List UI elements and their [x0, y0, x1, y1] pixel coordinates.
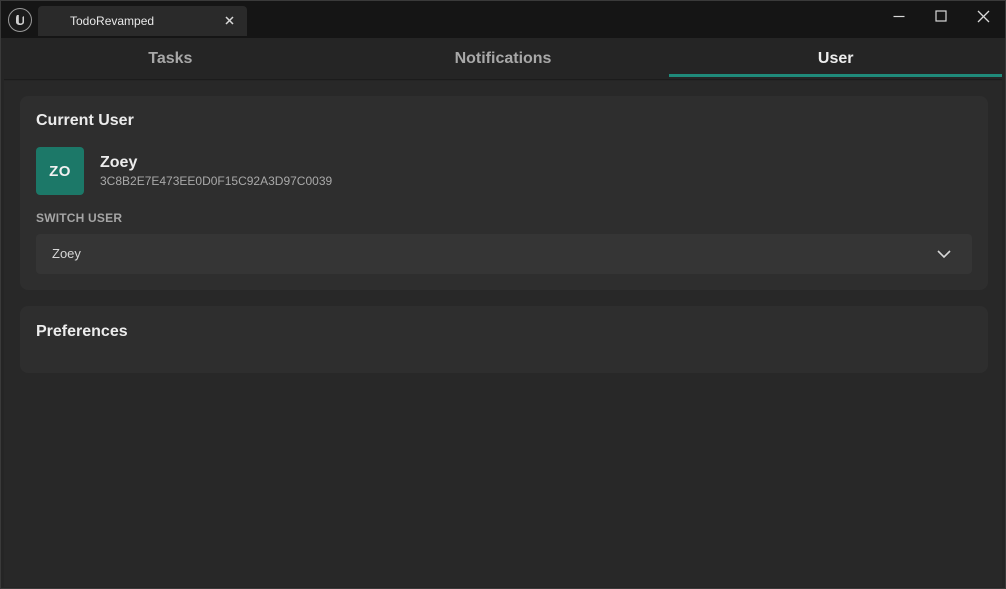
- switch-user-selected-value: Zoey: [52, 246, 81, 261]
- document-tab-title: TodoRevamped: [70, 14, 155, 28]
- user-id: 3C8B2E7E473EE0D0F15C92A3D97C0039: [100, 174, 333, 188]
- tab-tasks-label: Tasks: [148, 49, 193, 67]
- close-icon: [977, 10, 989, 22]
- main-tab-bar: Tasks Notifications User: [4, 38, 1003, 80]
- title-bar: TodoRevamped: [1, 1, 1005, 38]
- active-tab-indicator: [669, 74, 1003, 77]
- maximize-button[interactable]: [926, 5, 956, 27]
- avatar: ZO: [36, 147, 84, 195]
- tab-notifications-label: Notifications: [454, 49, 552, 67]
- tab-notifications[interactable]: Notifications: [337, 38, 670, 79]
- preferences-card: Preferences: [20, 306, 988, 373]
- chevron-down-icon: [937, 250, 951, 259]
- tab-tasks[interactable]: Tasks: [4, 38, 337, 79]
- close-window-button[interactable]: [968, 5, 998, 27]
- current-user-card: Current User ZO Zoey 3C8B2E7E473EE0D0F15…: [20, 96, 988, 290]
- app-window: TodoRevamped Tasks Notifications User Cu…: [0, 0, 1006, 589]
- switch-user-dropdown[interactable]: Zoey: [36, 234, 972, 274]
- preferences-title: Preferences: [36, 323, 128, 340]
- close-tab-icon[interactable]: [223, 14, 235, 26]
- minimize-button[interactable]: [884, 5, 914, 27]
- user-name: Zoey: [100, 154, 138, 171]
- switch-user-label: SWITCH USER: [36, 211, 123, 225]
- document-tab[interactable]: TodoRevamped: [38, 6, 247, 36]
- tab-user-label: User: [817, 49, 854, 67]
- tab-user[interactable]: User: [669, 38, 1003, 79]
- user-panel: Current User ZO Zoey 3C8B2E7E473EE0D0F15…: [4, 81, 1002, 587]
- current-user-title: Current User: [36, 112, 134, 129]
- minimize-icon: [893, 15, 905, 18]
- app-logo-icon: [8, 8, 32, 32]
- maximize-icon: [935, 10, 947, 22]
